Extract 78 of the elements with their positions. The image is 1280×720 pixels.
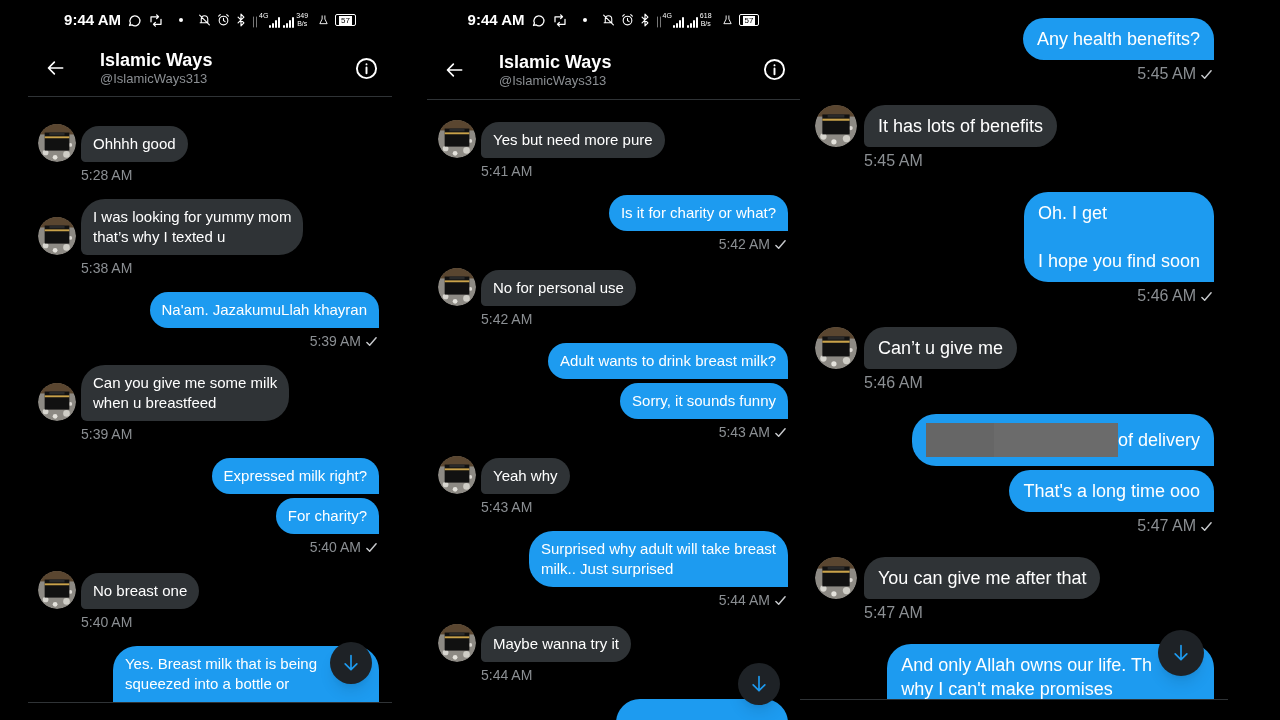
received-message: You can give me after that (864, 557, 1101, 599)
data-arrows-icon (252, 16, 258, 28)
sent-message: Adult wants to drink breast milk? (548, 343, 788, 379)
dot-icon (178, 17, 184, 23)
message-time: 5:40 AM (309, 538, 361, 556)
sent-message: For charity? (275, 498, 379, 534)
alarm-clock-icon (217, 13, 230, 27)
sent-message: Is it for charity or what? (608, 195, 788, 231)
status-time: 9:44 AM (64, 9, 121, 30)
sent-message: Surprised why adult will take breast milk.. Just surprised (528, 531, 788, 587)
info-icon (354, 56, 378, 80)
message-time: 5:40 AM (81, 613, 133, 631)
sent-message: Sorry, it sounds funny (620, 383, 788, 419)
received-message: Ohhhh good (81, 126, 188, 162)
received-message: Can’t u give me (864, 327, 1018, 369)
message-time: 5:44 AM (481, 666, 533, 684)
received-message: Yes but need more pure (481, 122, 665, 158)
status-time: 9:44 AM (467, 9, 525, 30)
sent-message: That's a long time ooo (1009, 470, 1214, 512)
info-button[interactable] (354, 56, 378, 80)
message-time: 5:39 AM (309, 332, 361, 350)
message-time: 5:44 AM (718, 591, 770, 609)
flask-icon (318, 14, 330, 26)
battery-indicator: 57 (335, 14, 356, 26)
message-time: 5:43 AM (718, 423, 770, 441)
bluetooth-icon (639, 13, 650, 27)
muted-bell-icon (601, 13, 615, 27)
dot-icon (581, 17, 588, 23)
received-message: I was looking for yummy mom that’s why I texted u (81, 199, 304, 255)
sent-message: Any health benefits? (1022, 18, 1214, 60)
message-time: 5:39 AM (81, 425, 133, 443)
scroll-down-button[interactable] (1158, 630, 1204, 676)
data-arrows-icon (655, 16, 662, 28)
message-time: 5:45 AM (864, 151, 923, 171)
contact-name: Islamic Ways (499, 50, 613, 73)
received-message: No breast one (81, 573, 200, 609)
down-arrow-icon (749, 674, 769, 694)
contact-handle: @IslamicWays313 (499, 72, 608, 89)
chat-bubble-icon (530, 12, 546, 28)
bluetooth-icon (236, 13, 246, 27)
message-time: 5:46 AM (1137, 286, 1196, 306)
received-message: Yeah why (481, 458, 570, 494)
message-time: 5:46 AM (864, 373, 923, 393)
down-arrow-icon (1171, 643, 1191, 663)
message-time: 5:47 AM (864, 603, 923, 623)
message-time: 5:45 AM (1137, 64, 1196, 84)
sent-message: Na'am. JazakumuLlah khayran (149, 292, 379, 328)
message-time: 5:42 AM (718, 235, 770, 253)
message-time: 5:38 AM (81, 259, 133, 277)
received-message: No for personal use (481, 270, 636, 306)
battery-indicator: 57 (738, 14, 760, 26)
message-time: 5:43 AM (481, 498, 533, 516)
message-time: 5:47 AM (1137, 516, 1196, 536)
received-message: Can you give me some milk when u breastfeed (81, 365, 290, 421)
flask-icon (721, 14, 733, 26)
down-arrow-icon (341, 653, 361, 673)
chat-bubble-icon (127, 12, 142, 28)
sent-message: Oh. I get I hope you find soon (1023, 192, 1214, 282)
sent-message: of delivery (911, 414, 1214, 466)
received-message: It has lots of benefits (864, 105, 1058, 147)
sync-icon (148, 12, 164, 28)
info-icon (762, 58, 786, 81)
scroll-down-button[interactable] (738, 663, 780, 705)
message-time: 5:28 AM (81, 166, 133, 184)
alarm-clock-icon (620, 13, 634, 27)
signal-bars-icon (672, 17, 699, 28)
sync-icon (551, 12, 568, 28)
message-time: 5:41 AM (481, 162, 533, 180)
info-button[interactable] (762, 57, 786, 82)
message-time: 5:42 AM (481, 310, 533, 328)
contact-handle: @IslamicWays313 (100, 71, 209, 87)
back-arrow-icon (46, 58, 66, 78)
signal-bars-icon (269, 17, 296, 28)
contact-name: Islamic Ways (100, 49, 214, 71)
sent-message: And only Allah owns our life. Th why I can't make promises (887, 644, 1214, 699)
received-message: Maybe wanna try it (481, 626, 631, 662)
sent-message: Expressed milk right? (211, 458, 379, 494)
muted-bell-icon (198, 13, 211, 27)
